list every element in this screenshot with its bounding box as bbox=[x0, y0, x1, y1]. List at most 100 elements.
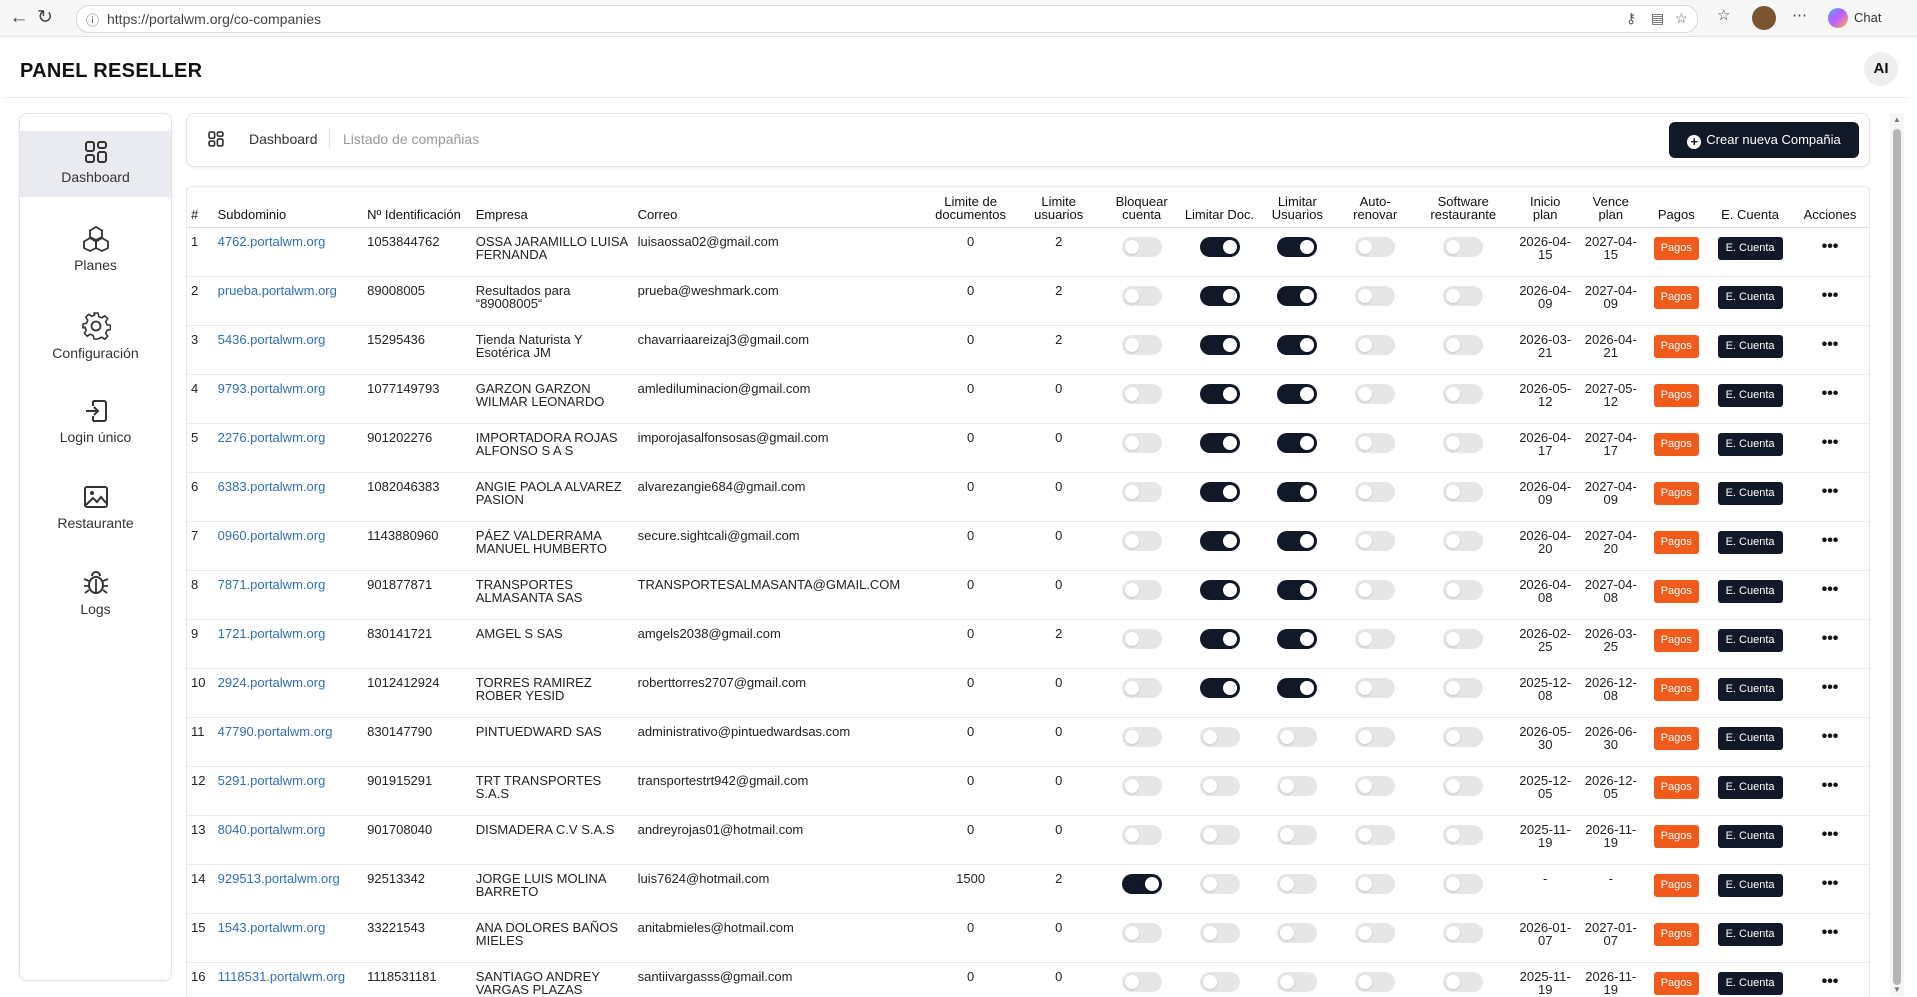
e-cuenta-button[interactable]: E. Cuenta bbox=[1718, 678, 1783, 701]
e-cuenta-button[interactable]: E. Cuenta bbox=[1718, 874, 1783, 897]
toggle-limitar-usuarios[interactable] bbox=[1277, 286, 1317, 306]
pagos-button[interactable]: Pagos bbox=[1654, 335, 1699, 358]
chat-label[interactable]: Chat bbox=[1854, 10, 1881, 25]
toggle-limitar-doc[interactable] bbox=[1200, 433, 1240, 453]
toggle-limitar-usuarios[interactable] bbox=[1277, 874, 1317, 894]
copilot-icon[interactable] bbox=[1828, 8, 1848, 28]
toggle-limitar-doc[interactable] bbox=[1200, 482, 1240, 502]
toggle-limitar-doc[interactable] bbox=[1200, 923, 1240, 943]
scrollbar-thumb[interactable] bbox=[1893, 129, 1901, 985]
site-info-icon[interactable]: ⓘ bbox=[86, 10, 99, 29]
subdomain-link[interactable]: 8040.portalwm.org bbox=[218, 822, 326, 837]
toggle-limitar-usuarios[interactable] bbox=[1277, 678, 1317, 698]
e-cuenta-button[interactable]: E. Cuenta bbox=[1718, 629, 1783, 652]
sidebar-item-restaurante[interactable]: Restaurante bbox=[20, 475, 171, 541]
toggle-limitar-doc[interactable] bbox=[1200, 237, 1240, 257]
toggle-bloquear-cuenta[interactable] bbox=[1122, 482, 1162, 502]
toggle-software-restaurante[interactable] bbox=[1443, 286, 1483, 306]
toggle-auto-renovar[interactable] bbox=[1355, 482, 1395, 502]
pagos-button[interactable]: Pagos bbox=[1654, 678, 1699, 701]
more-actions-icon[interactable]: ••• bbox=[1822, 337, 1839, 353]
more-actions-icon[interactable]: ••• bbox=[1822, 827, 1839, 843]
e-cuenta-button[interactable]: E. Cuenta bbox=[1718, 727, 1783, 750]
toggle-limitar-usuarios[interactable] bbox=[1277, 972, 1317, 992]
e-cuenta-button[interactable]: E. Cuenta bbox=[1718, 825, 1783, 848]
toggle-auto-renovar[interactable] bbox=[1355, 874, 1395, 894]
toggle-software-restaurante[interactable] bbox=[1443, 727, 1483, 747]
toggle-limitar-usuarios[interactable] bbox=[1277, 923, 1317, 943]
subdomain-link[interactable]: 47790.portalwm.org bbox=[218, 724, 333, 739]
toggle-bloquear-cuenta[interactable] bbox=[1122, 286, 1162, 306]
more-actions-icon[interactable]: ••• bbox=[1822, 680, 1839, 696]
subdomain-link[interactable]: 5291.portalwm.org bbox=[218, 773, 326, 788]
toggle-bloquear-cuenta[interactable] bbox=[1122, 678, 1162, 698]
toggle-bloquear-cuenta[interactable] bbox=[1122, 580, 1162, 600]
toggle-auto-renovar[interactable] bbox=[1355, 531, 1395, 551]
toggle-limitar-usuarios[interactable] bbox=[1277, 237, 1317, 257]
toggle-software-restaurante[interactable] bbox=[1443, 335, 1483, 355]
toggle-limitar-usuarios[interactable] bbox=[1277, 482, 1317, 502]
e-cuenta-button[interactable]: E. Cuenta bbox=[1718, 286, 1783, 309]
toggle-limitar-usuarios[interactable] bbox=[1277, 629, 1317, 649]
toggle-bloquear-cuenta[interactable] bbox=[1122, 335, 1162, 355]
toggle-auto-renovar[interactable] bbox=[1355, 237, 1395, 257]
e-cuenta-button[interactable]: E. Cuenta bbox=[1718, 531, 1783, 554]
more-actions-icon[interactable]: ••• bbox=[1822, 582, 1839, 598]
sidebar-item-configuracion[interactable]: Configuración bbox=[20, 303, 171, 369]
toggle-limitar-usuarios[interactable] bbox=[1277, 433, 1317, 453]
e-cuenta-button[interactable]: E. Cuenta bbox=[1718, 923, 1783, 946]
user-avatar[interactable]: AI bbox=[1864, 52, 1898, 86]
more-actions-icon[interactable]: ••• bbox=[1822, 778, 1839, 794]
more-actions-icon[interactable]: ••• bbox=[1822, 876, 1839, 892]
reload-icon[interactable]: ↻ bbox=[32, 6, 58, 30]
toggle-limitar-usuarios[interactable] bbox=[1277, 727, 1317, 747]
toggle-limitar-usuarios[interactable] bbox=[1277, 776, 1317, 796]
more-actions-icon[interactable]: ••• bbox=[1822, 631, 1839, 647]
toggle-limitar-usuarios[interactable] bbox=[1277, 384, 1317, 404]
pagos-button[interactable]: Pagos bbox=[1654, 531, 1699, 554]
toggle-software-restaurante[interactable] bbox=[1443, 874, 1483, 894]
toggle-auto-renovar[interactable] bbox=[1355, 727, 1395, 747]
subdomain-link[interactable]: 1543.portalwm.org bbox=[218, 920, 326, 935]
toggle-software-restaurante[interactable] bbox=[1443, 678, 1483, 698]
breadcrumb-dashboard-link[interactable]: Dashboard bbox=[249, 131, 318, 147]
page-scrollbar[interactable]: ▲ ▼ bbox=[1890, 113, 1904, 996]
e-cuenta-button[interactable]: E. Cuenta bbox=[1718, 237, 1783, 260]
pagos-button[interactable]: Pagos bbox=[1654, 825, 1699, 848]
profile-avatar[interactable] bbox=[1752, 6, 1776, 30]
subdomain-link[interactable]: 929513.portalwm.org bbox=[218, 871, 340, 886]
pagos-button[interactable]: Pagos bbox=[1654, 580, 1699, 603]
e-cuenta-button[interactable]: E. Cuenta bbox=[1718, 972, 1783, 995]
more-actions-icon[interactable]: ••• bbox=[1822, 239, 1839, 255]
toggle-bloquear-cuenta[interactable] bbox=[1122, 825, 1162, 845]
toggle-software-restaurante[interactable] bbox=[1443, 825, 1483, 845]
toggle-software-restaurante[interactable] bbox=[1443, 482, 1483, 502]
more-actions-icon[interactable]: ••• bbox=[1822, 435, 1839, 451]
more-actions-icon[interactable]: ••• bbox=[1822, 386, 1839, 402]
toggle-limitar-usuarios[interactable] bbox=[1277, 335, 1317, 355]
toggle-limitar-doc[interactable] bbox=[1200, 384, 1240, 404]
favorite-star-icon[interactable]: ☆ bbox=[1675, 10, 1688, 27]
pagos-button[interactable]: Pagos bbox=[1654, 286, 1699, 309]
toggle-auto-renovar[interactable] bbox=[1355, 972, 1395, 992]
sidebar-item-login-unico[interactable]: Login único bbox=[20, 389, 171, 455]
toggle-software-restaurante[interactable] bbox=[1443, 972, 1483, 992]
toggle-auto-renovar[interactable] bbox=[1355, 384, 1395, 404]
toggle-limitar-doc[interactable] bbox=[1200, 972, 1240, 992]
pagos-button[interactable]: Pagos bbox=[1654, 433, 1699, 456]
toggle-auto-renovar[interactable] bbox=[1355, 433, 1395, 453]
toggle-bloquear-cuenta[interactable] bbox=[1122, 874, 1162, 894]
sidebar-item-dashboard[interactable]: Dashboard bbox=[20, 131, 171, 197]
e-cuenta-button[interactable]: E. Cuenta bbox=[1718, 433, 1783, 456]
more-actions-icon[interactable]: ••• bbox=[1822, 288, 1839, 304]
more-options-icon[interactable]: ⋯ bbox=[1792, 6, 1807, 24]
subdomain-link[interactable]: 5436.portalwm.org bbox=[218, 332, 326, 347]
toggle-limitar-doc[interactable] bbox=[1200, 629, 1240, 649]
toggle-limitar-doc[interactable] bbox=[1200, 335, 1240, 355]
toggle-software-restaurante[interactable] bbox=[1443, 580, 1483, 600]
pagos-button[interactable]: Pagos bbox=[1654, 384, 1699, 407]
subdomain-link[interactable]: 2276.portalwm.org bbox=[218, 430, 326, 445]
toggle-limitar-doc[interactable] bbox=[1200, 874, 1240, 894]
reader-icon[interactable]: ▤ bbox=[1651, 10, 1664, 27]
toggle-bloquear-cuenta[interactable] bbox=[1122, 629, 1162, 649]
